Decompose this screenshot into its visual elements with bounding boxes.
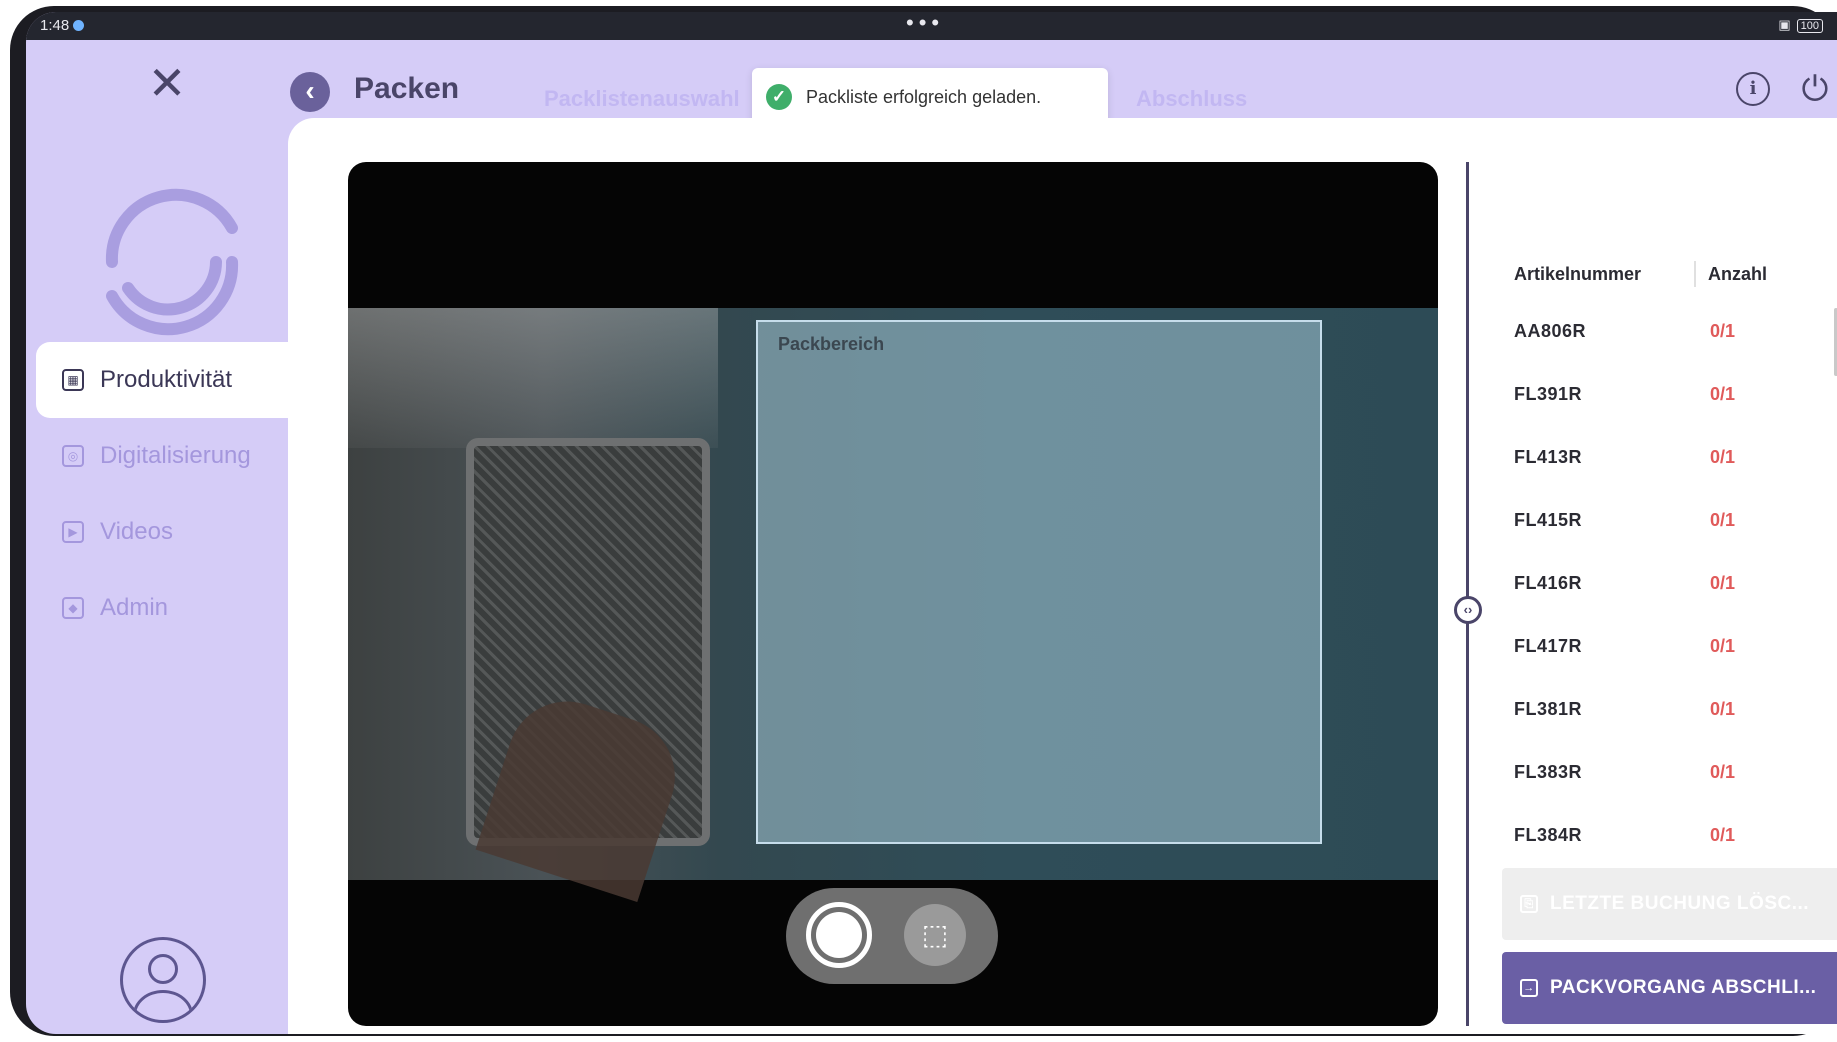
table-row[interactable]: FL415R 0/1 [1502, 489, 1832, 552]
article-number: FL384R [1514, 825, 1583, 845]
app-screen: 1:48 ••• ▣ 100 ✕ ‹ Packen Packlistenauswa… [26, 12, 1837, 1034]
article-count: 0/1 [1710, 384, 1736, 404]
sidebar-item-label: Digitalisierung [100, 442, 251, 469]
article-count: 0/1 [1710, 825, 1736, 845]
info-icon[interactable]: i [1736, 72, 1770, 106]
table-row[interactable]: FL381R 0/1 [1502, 678, 1832, 741]
calendar-icon: ▦ [62, 369, 84, 391]
table-row[interactable]: AA806R 0/1 [1502, 300, 1832, 363]
notification-dot-icon [73, 20, 85, 31]
article-number: AA806R [1514, 321, 1587, 341]
finish-label: PACKVORGANG ABSCHLI... [1550, 977, 1817, 998]
back-arrow-icon[interactable]: ‹ [290, 72, 330, 112]
check-circle-icon: ✓ [766, 84, 792, 110]
sidebar-item-produktivitaet[interactable]: ▦ Produktivität [36, 342, 288, 418]
power-icon[interactable]: ⏻ [1796, 70, 1834, 108]
table-header: Artikelnummer Anzahl [1502, 248, 1832, 300]
sidebar-item-label: Produktivität [100, 366, 233, 393]
video-icon: ▶ [62, 521, 84, 543]
finish-packing-button[interactable]: → PACKVORGANG ABSCHLI... [1502, 952, 1837, 1024]
table-row[interactable]: FL391R 0/1 [1502, 363, 1832, 426]
header-anzahl: Anzahl [1708, 263, 1768, 284]
undo-icon: ⎘ [1520, 895, 1538, 913]
undo-last-booking-button[interactable]: ⎘ LETZTE BUCHUNG LÖSC... [1502, 868, 1837, 940]
user-icon[interactable] [120, 937, 206, 1023]
close-icon[interactable]: ✕ [142, 58, 192, 108]
pack-area-label: Packbereich [778, 334, 885, 354]
sidebar-nav: ▦ Produktivität ◎ Digitalisierung ▶ Vide… [36, 342, 288, 646]
article-count: 0/1 [1710, 321, 1736, 341]
capture-icon[interactable] [806, 902, 872, 968]
table-row[interactable]: FL417R 0/1 [1502, 615, 1832, 678]
article-number: FL383R [1514, 762, 1583, 782]
exit-icon: → [1520, 979, 1538, 997]
split-handle-icon[interactable]: ‹› [1454, 596, 1482, 624]
roi-icon[interactable]: ⬚ [904, 904, 966, 966]
sidebar-item-digitalisierung[interactable]: ◎ Digitalisierung [36, 418, 288, 494]
logo-icon [105, 188, 239, 336]
step-packlistenauswahl[interactable]: Packlistenauswahl [544, 86, 764, 112]
sidebar-item-admin[interactable]: ◆ Admin [36, 570, 288, 646]
page-title: Packen [354, 72, 460, 105]
article-number: FL413R [1514, 447, 1583, 467]
table-row[interactable]: FL383R 0/1 [1502, 741, 1832, 804]
pack-area-overlay[interactable]: Packbereich [756, 320, 1322, 844]
split-divider[interactable] [1466, 162, 1469, 1026]
article-number: FL391R [1514, 384, 1583, 404]
article-number: FL415R [1514, 510, 1583, 530]
article-number: FL381R [1514, 699, 1583, 719]
article-count: 0/1 [1710, 636, 1736, 656]
header-artikelnummer: Artikelnummer [1514, 263, 1642, 284]
step-abschluss[interactable]: Abschluss [1136, 86, 1247, 112]
status-right: ▣ 100 [1778, 17, 1823, 33]
app-logo [36, 112, 288, 342]
camera-feed: Packbereich [348, 308, 1438, 903]
shield-icon: ◆ [62, 597, 84, 619]
scan-icon: ◎ [62, 445, 84, 467]
table-row[interactable]: FL413R 0/1 [1502, 426, 1832, 489]
article-count: 0/1 [1710, 510, 1736, 530]
article-count: 0/1 [1710, 447, 1736, 467]
table-row[interactable]: FL384R 0/1 [1502, 804, 1832, 867]
article-count: 0/1 [1710, 573, 1736, 593]
camera-controls: ⬚ [786, 888, 998, 984]
more-dots-icon: ••• [906, 12, 945, 35]
table-row[interactable]: FL416R 0/1 [1502, 552, 1832, 615]
feed-bag [348, 308, 718, 448]
camera-view: Packbereich ⬚ [348, 162, 1438, 1026]
sidebar-item-label: Admin [100, 594, 169, 621]
undo-label: LETZTE BUCHUNG LÖSC... [1550, 893, 1810, 914]
article-table: Artikelnummer Anzahl AA806R 0/1 FL391R 0/1… [1502, 248, 1832, 867]
article-number: FL417R [1514, 636, 1583, 656]
system-status-bar: 1:48 ••• ▣ 100 [26, 12, 1837, 40]
battery-icon: 100 [1796, 19, 1823, 33]
article-count: 0/1 [1710, 699, 1736, 719]
sidebar-item-videos[interactable]: ▶ Videos [36, 494, 288, 570]
status-time: 1:48 [40, 17, 85, 34]
article-number: FL416R [1514, 573, 1583, 593]
sidebar-item-label: Videos [100, 518, 173, 545]
toast-message: Packliste erfolgreich geladen. [806, 86, 1042, 107]
article-count: 0/1 [1710, 762, 1736, 782]
